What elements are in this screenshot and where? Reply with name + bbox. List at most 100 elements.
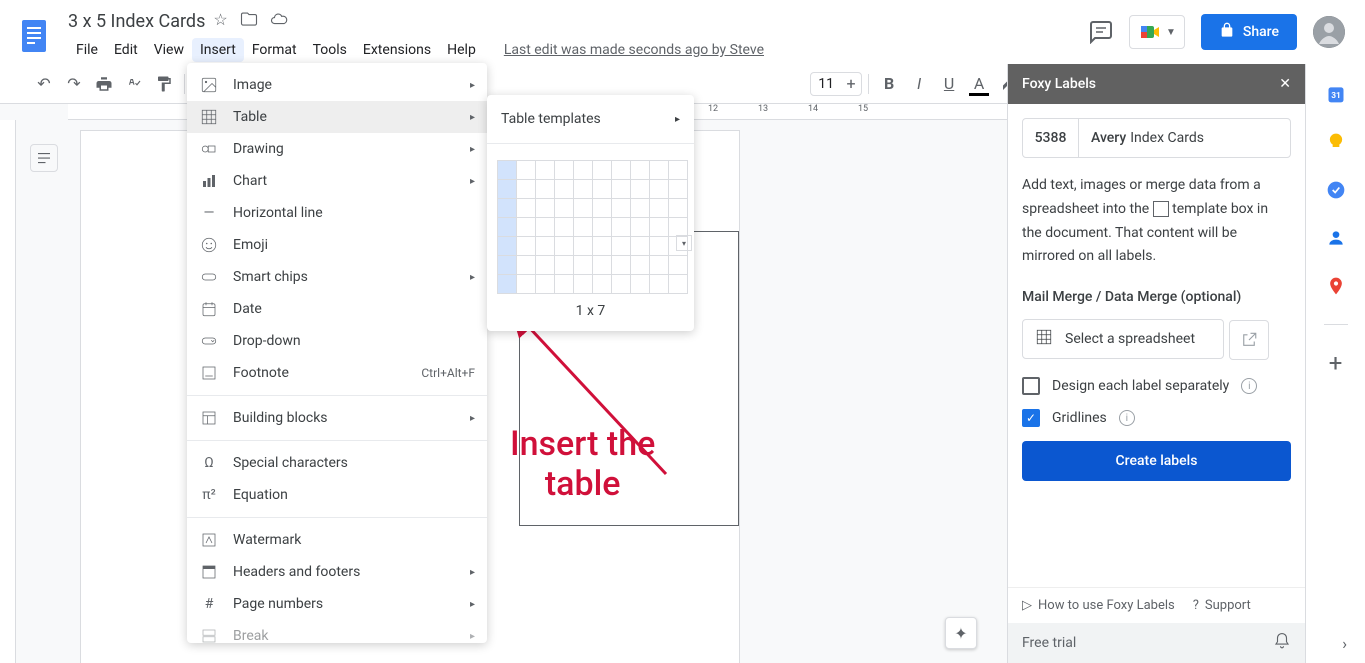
explore-button[interactable]: ✦ <box>945 617 977 649</box>
menu-view[interactable]: View <box>146 38 192 62</box>
grid-cell[interactable] <box>554 236 574 256</box>
grid-cell[interactable] <box>516 274 536 294</box>
grid-cell[interactable] <box>649 217 669 237</box>
insert-drawing[interactable]: Drawing▸ <box>187 133 487 165</box>
docs-logo[interactable] <box>0 8 68 64</box>
document-outline-button[interactable] <box>30 144 58 172</box>
grid-cell[interactable] <box>516 198 536 218</box>
grid-cell[interactable] <box>554 198 574 218</box>
grid-cell[interactable] <box>554 179 574 199</box>
grid-cell[interactable] <box>573 198 593 218</box>
grid-cell[interactable] <box>649 274 669 294</box>
grid-cell[interactable] <box>592 255 612 275</box>
menu-extensions[interactable]: Extensions <box>355 38 439 62</box>
grid-cell[interactable] <box>630 255 650 275</box>
open-spreadsheet-button[interactable] <box>1229 320 1269 360</box>
meet-button[interactable]: ▼ <box>1129 15 1185 49</box>
grid-cell[interactable] <box>535 274 555 294</box>
select-spreadsheet-button[interactable]: Select a spreadsheet <box>1022 319 1224 359</box>
account-avatar[interactable] <box>1313 16 1345 48</box>
grid-cell[interactable] <box>497 274 517 294</box>
grid-cell[interactable] <box>573 179 593 199</box>
gridlines-checkbox[interactable]: ✓ Gridlines i <box>1022 409 1291 427</box>
grid-cell[interactable] <box>573 236 593 256</box>
notification-icon[interactable] <box>1273 632 1291 654</box>
close-sidebar-button[interactable]: ✕ <box>1279 76 1291 92</box>
grid-cell[interactable] <box>611 274 631 294</box>
insert-page-numbers[interactable]: #Page numbers▸ <box>187 588 487 620</box>
grid-cell[interactable] <box>497 179 517 199</box>
grid-cell[interactable] <box>554 217 574 237</box>
info-icon[interactable]: i <box>1119 410 1135 426</box>
menu-file[interactable]: File <box>68 38 106 62</box>
insert-table[interactable]: Table▸ <box>187 101 487 133</box>
insert-building-blocks[interactable]: Building blocks▸ <box>187 402 487 434</box>
grid-cell[interactable] <box>497 160 517 180</box>
insert-smart-chips[interactable]: Smart chips▸ <box>187 261 487 293</box>
grid-cell[interactable] <box>649 198 669 218</box>
redo-button[interactable]: ↷ <box>60 70 88 98</box>
grid-cell[interactable] <box>630 274 650 294</box>
grid-cell[interactable] <box>668 198 688 218</box>
grid-cell[interactable] <box>630 236 650 256</box>
grid-cell[interactable] <box>554 255 574 275</box>
grid-cell[interactable] <box>668 160 688 180</box>
grid-cell[interactable] <box>516 217 536 237</box>
insert-special-chars[interactable]: ΩSpecial characters <box>187 447 487 479</box>
grid-cell[interactable] <box>535 198 555 218</box>
grid-cell[interactable] <box>649 179 669 199</box>
grid-cell[interactable] <box>668 217 688 237</box>
insert-footnote[interactable]: FootnoteCtrl+Alt+F <box>187 357 487 389</box>
add-addon-button[interactable]: + <box>1326 353 1346 373</box>
contacts-icon[interactable] <box>1326 228 1346 248</box>
grid-cell[interactable] <box>592 236 612 256</box>
grid-cell[interactable] <box>573 274 593 294</box>
paint-format-button[interactable] <box>150 70 178 98</box>
doc-title[interactable]: 3 x 5 Index Cards <box>68 11 205 32</box>
grid-cell[interactable] <box>668 274 688 294</box>
last-edit-link[interactable]: Last edit was made seconds ago by Steve <box>504 42 764 58</box>
grid-cell[interactable] <box>497 217 517 237</box>
grid-cell[interactable] <box>611 179 631 199</box>
grid-cell[interactable] <box>535 236 555 256</box>
insert-date[interactable]: Date <box>187 293 487 325</box>
grid-cell[interactable] <box>554 274 574 294</box>
font-size-control[interactable]: 11 + <box>810 72 862 96</box>
grid-cell[interactable] <box>516 236 536 256</box>
grid-cell[interactable] <box>611 255 631 275</box>
menu-edit[interactable]: Edit <box>106 38 146 62</box>
grid-cell[interactable] <box>611 236 631 256</box>
grid-cell[interactable] <box>573 255 593 275</box>
info-icon[interactable]: i <box>1241 378 1257 394</box>
insert-watermark[interactable]: Watermark <box>187 524 487 556</box>
menu-format[interactable]: Format <box>244 38 305 62</box>
comment-history-icon[interactable] <box>1089 20 1113 44</box>
print-button[interactable] <box>90 70 118 98</box>
grid-cell[interactable] <box>497 236 517 256</box>
grid-cell[interactable] <box>649 255 669 275</box>
insert-image[interactable]: Image▸ <box>187 69 487 101</box>
vertical-ruler[interactable] <box>0 120 16 663</box>
how-to-link[interactable]: ▷How to use Foxy Labels <box>1022 598 1175 613</box>
menu-insert[interactable]: Insert <box>192 38 244 62</box>
move-icon[interactable] <box>240 10 258 32</box>
grid-cell[interactable] <box>554 160 574 180</box>
grid-cell[interactable] <box>668 179 688 199</box>
label-type-selector[interactable]: 5388 AveryIndex Cards <box>1022 118 1291 158</box>
grid-cell[interactable] <box>630 179 650 199</box>
grid-cell[interactable] <box>630 217 650 237</box>
design-each-checkbox[interactable]: Design each label separately i <box>1022 377 1291 395</box>
grid-cell[interactable] <box>611 160 631 180</box>
menu-tools[interactable]: Tools <box>305 38 355 62</box>
grid-expand-button[interactable]: ▾ <box>676 235 692 251</box>
grid-cell[interactable] <box>611 198 631 218</box>
grid-cell[interactable] <box>535 255 555 275</box>
underline-button[interactable]: U <box>935 70 963 98</box>
grid-cell[interactable] <box>592 160 612 180</box>
share-button[interactable]: Share <box>1201 14 1297 50</box>
cloud-status-icon[interactable] <box>270 10 288 32</box>
grid-cell[interactable] <box>535 179 555 199</box>
insert-dropdown-item[interactable]: Drop-down <box>187 325 487 357</box>
grid-cell[interactable] <box>573 160 593 180</box>
grid-cell[interactable] <box>630 160 650 180</box>
